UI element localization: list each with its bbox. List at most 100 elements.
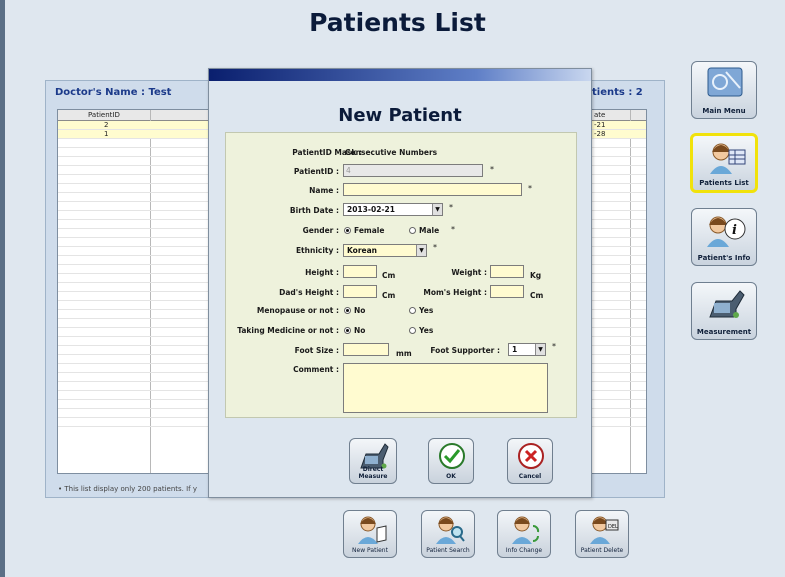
patients-info-button[interactable]: i Patient's Info [691,208,757,266]
medicine-no-radio[interactable]: No [344,326,365,335]
chevron-down-icon[interactable]: ▼ [535,344,545,355]
column-header-patient-id[interactable]: PatientID [88,111,120,119]
cancel-button[interactable]: Cancel [507,438,553,484]
menopause-label: Menopause or not : [256,306,339,315]
svg-text:i: i [732,223,737,238]
foot-size-field[interactable] [343,343,389,356]
height-field[interactable] [343,265,377,278]
cancel-x-icon [518,443,544,469]
new-patient-label: New Patient [352,547,388,554]
moms-height-unit: Cm [530,291,544,300]
info-change-button[interactable]: Info Change [497,510,551,558]
patient-search-button[interactable]: Patient Search [421,510,475,558]
ethnicity-select[interactable]: Korean ▼ [343,244,427,257]
menopause-no-label: No [354,306,366,315]
weight-label: Weight : [451,268,487,277]
chevron-down-icon[interactable]: ▼ [432,204,442,215]
patient-delete-button[interactable]: DEL Patient Delete [575,510,629,558]
gender-label: Gender : [302,226,339,235]
gender-male-label: Male [419,226,440,235]
patient-id-label: PatientID : [293,167,339,176]
height-label: Height : [305,268,339,277]
gender-male-radio[interactable]: Male [409,226,439,235]
doctor-name-label: Doctor's Name : Test [55,87,172,98]
checkmark-icon [439,443,465,469]
radio-unselected-icon [409,307,416,314]
patient-search-label: Patient Search [426,547,470,554]
menopause-no-radio[interactable]: No [344,306,365,315]
patients-info-label: Patient's Info [697,254,751,262]
direct-measure-label: Direct Measure [358,466,388,480]
dads-height-field[interactable] [343,285,377,298]
gender-female-label: Female [354,226,385,235]
main-menu-button[interactable]: Main Menu [691,61,757,119]
patient-info-icon: i [707,216,746,247]
name-label: Name : [309,186,339,195]
patient-form: PatientID Mask : Consecutive Numbers Pat… [225,132,577,418]
dads-height-unit: Cm [382,291,396,300]
cell-patient-id: 2 [104,121,109,129]
ok-label: OK [446,473,456,480]
required-marker: * [528,184,532,193]
medicine-yes-label: Yes [419,326,434,335]
foot-supporter-select[interactable]: 1 ▼ [508,343,546,356]
radio-unselected-icon [409,227,416,234]
info-change-label: Info Change [505,547,543,554]
dialog-titlebar[interactable] [209,69,591,81]
medicine-yes-radio[interactable]: Yes [409,326,433,335]
column-header-date[interactable]: ate [594,111,605,119]
taking-medicine-label: Taking Medicine or not : [237,326,339,335]
weight-field[interactable] [490,265,524,278]
foot-size-unit: mm [396,349,412,358]
svg-text:DEL: DEL [608,524,618,530]
radio-selected-icon [344,327,351,334]
patient-delete-label: Patient Delete [580,547,624,554]
new-patient-button[interactable]: New Patient [343,510,397,558]
menopause-yes-label: Yes [419,306,434,315]
main-menu-icon [707,67,743,97]
comment-label: Comment : [293,365,339,374]
moms-height-field[interactable] [490,285,524,298]
required-marker: * [490,165,494,174]
gender-female-radio[interactable]: Female [344,226,384,235]
patients-list-label: Patients List [699,179,749,187]
birth-date-label: Birth Date : [289,206,339,215]
new-patient-dialog: New Patient PatientID Mask : Consecutive… [208,68,592,498]
required-marker: * [433,243,437,252]
required-marker: * [449,203,453,212]
dialog-title: New Patient [338,105,462,126]
patient-search-icon [436,516,465,544]
birth-date-value: 2013-02-21 [347,205,395,214]
measurement-button[interactable]: Measurement [691,282,757,340]
patient-id-mask-value: Consecutive Numbers [345,148,438,157]
cell-patient-id: 1 [104,130,109,138]
page-title: Patients List [309,8,486,37]
patients-list-button[interactable]: Patients List [690,133,758,193]
cell-date: -28 [594,130,606,138]
birth-date-picker[interactable]: 2013-02-21 ▼ [343,203,443,216]
chevron-down-icon[interactable]: ▼ [416,245,426,256]
measurement-label: Measurement [696,328,752,336]
name-field[interactable] [343,183,522,196]
dads-height-label: Dad's Height : [279,288,339,297]
patients-list-icon [710,143,746,174]
new-patient-icon [358,516,387,544]
radio-selected-icon [344,307,351,314]
comment-field[interactable] [343,363,548,413]
menopause-yes-radio[interactable]: Yes [409,306,433,315]
ethnicity-value: Korean [347,246,378,255]
foot-supporter-label: Foot Supporter : [430,346,500,355]
list-footnote: • This list display only 200 patients. I… [58,485,197,493]
patient-id-field: 4 [343,164,483,177]
weight-unit: Kg [530,271,542,280]
cancel-label: Cancel [518,473,542,480]
direct-measure-button[interactable]: Direct Measure [349,438,397,484]
ok-button[interactable]: OK [428,438,474,484]
main-menu-label: Main Menu [702,107,746,115]
required-marker: * [451,225,455,234]
foot-size-label: Foot Size : [294,346,339,355]
medicine-no-label: No [354,326,366,335]
moms-height-label: Mom's Height : [423,288,487,297]
measurement-device-icon [709,290,745,318]
cell-date: -21 [594,121,606,129]
